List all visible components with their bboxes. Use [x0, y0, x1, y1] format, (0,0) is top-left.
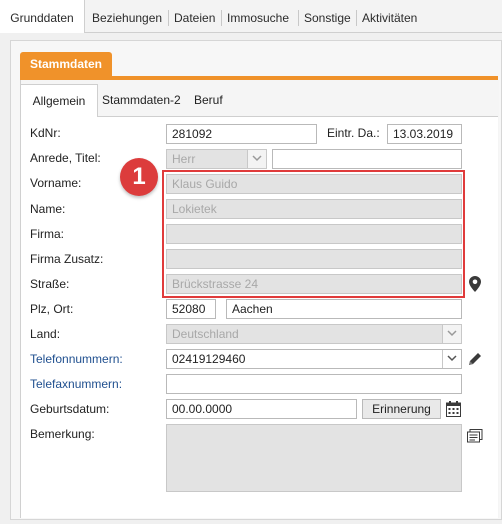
eintr-date-field[interactable]: 13.03.2019: [387, 124, 462, 144]
bemerkung-textarea[interactable]: [166, 424, 462, 492]
titel-field[interactable]: [272, 149, 462, 169]
telefon-select[interactable]: 02419129460: [166, 349, 462, 369]
chevron-down-icon[interactable]: [247, 150, 266, 168]
tab-aktivitaeten[interactable]: Aktivitäten: [362, 0, 417, 32]
firma-label: Firma:: [30, 227, 64, 241]
tab-sonstige[interactable]: Sonstige: [304, 0, 351, 32]
land-select[interactable]: Deutschland: [166, 324, 462, 344]
subtab-stammdaten-2[interactable]: Stammdaten-2: [102, 84, 181, 116]
bemerkung-label: Bemerkung:: [30, 427, 95, 441]
pencil-icon[interactable]: [467, 351, 483, 370]
ort-field[interactable]: Aachen: [226, 299, 462, 319]
kdnr-label: KdNr:: [30, 126, 61, 140]
telefon-label[interactable]: Telefonnummern:: [30, 352, 123, 366]
anrede-select[interactable]: Herr: [166, 149, 267, 169]
land-value: Deutschland: [172, 327, 239, 341]
calendar-icon[interactable]: [446, 401, 461, 420]
plz-field[interactable]: 52080: [166, 299, 216, 319]
chevron-down-icon[interactable]: [442, 325, 461, 343]
strasse-label: Straße:: [30, 277, 70, 291]
kdnr-field[interactable]: 281092: [166, 124, 317, 144]
tab-separator: [356, 10, 357, 26]
subtab-beruf[interactable]: Beruf: [194, 84, 223, 116]
notes-icon[interactable]: [467, 429, 483, 446]
eintr-date-label: Eintr. Da.:: [327, 126, 380, 140]
geburtsdatum-field[interactable]: 00.00.0000: [166, 399, 357, 419]
geburtsdatum-label: Geburtsdatum:: [30, 402, 110, 416]
tab-separator: [168, 10, 169, 26]
plz-ort-label: Plz, Ort:: [30, 302, 74, 316]
telefax-label[interactable]: Telefaxnummern:: [30, 377, 122, 391]
subtab-allgemein[interactable]: Allgemein: [20, 84, 98, 117]
telefax-field[interactable]: [166, 374, 462, 394]
step-badge: 1: [120, 158, 158, 196]
land-label: Land:: [30, 327, 61, 341]
sub-tab-bar: Allgemein Stammdaten-2 Beruf: [20, 84, 498, 117]
tab-beziehungen[interactable]: Beziehungen: [92, 0, 162, 32]
tab-grunddaten[interactable]: Grunddaten: [0, 0, 85, 33]
anrede-value: Herr: [172, 152, 196, 166]
highlight-box: [162, 170, 465, 298]
tab-immosuche[interactable]: Immosuche: [227, 0, 289, 32]
section-tab-stammdaten[interactable]: Stammdaten: [20, 52, 112, 76]
firma-zusatz-label: Firma Zusatz:: [30, 252, 104, 266]
tab-dateien[interactable]: Dateien: [174, 0, 215, 32]
chevron-down-icon[interactable]: [442, 350, 461, 368]
top-tab-bar: Grunddaten Beziehungen Dateien Immosuche…: [0, 0, 502, 33]
tab-separator: [298, 10, 299, 26]
name-label: Name:: [30, 202, 66, 216]
telefon-value: 02419129460: [172, 352, 246, 366]
vorname-label: Vorname:: [30, 176, 82, 190]
anrede-label: Anrede, Titel:: [30, 151, 101, 165]
erinnerung-button[interactable]: Erinnerung: [362, 399, 441, 419]
tab-separator: [221, 10, 222, 26]
map-pin-icon[interactable]: [469, 276, 481, 295]
